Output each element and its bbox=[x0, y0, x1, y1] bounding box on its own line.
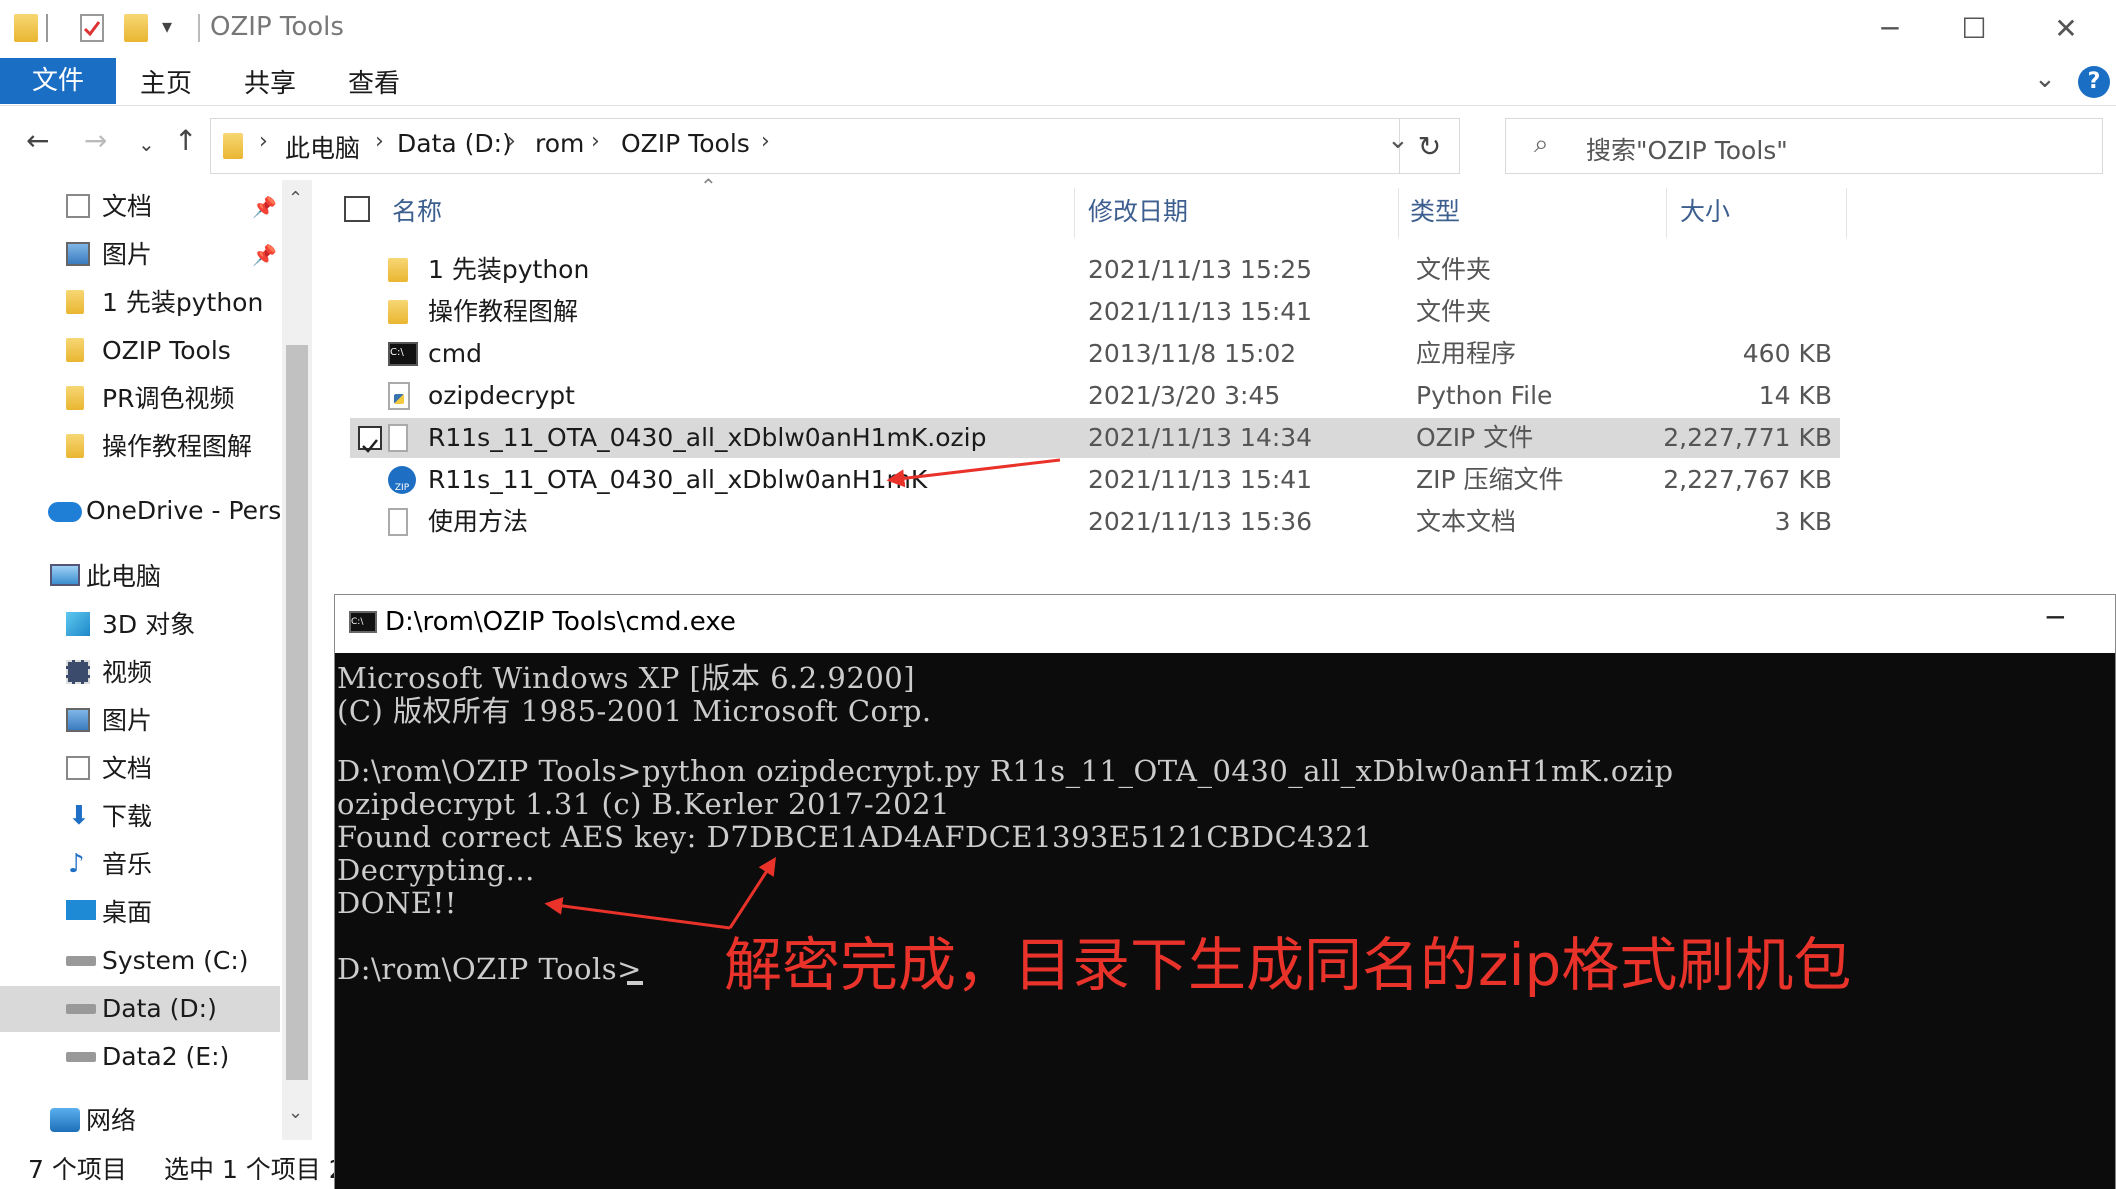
annotation-arrows bbox=[544, 458, 1061, 930]
arrow-to-done bbox=[544, 896, 731, 930]
annotation-text: 解密完成，目录下生成同名的zip格式刷机包 bbox=[724, 931, 1852, 999]
arrow-to-zip bbox=[886, 458, 1061, 488]
explorer-window: ▾ OZIP Tools ─ ☐ ✕ 文件 主页 共享 查看 ⌄ ? ← → ⌄… bbox=[0, 0, 2116, 1189]
